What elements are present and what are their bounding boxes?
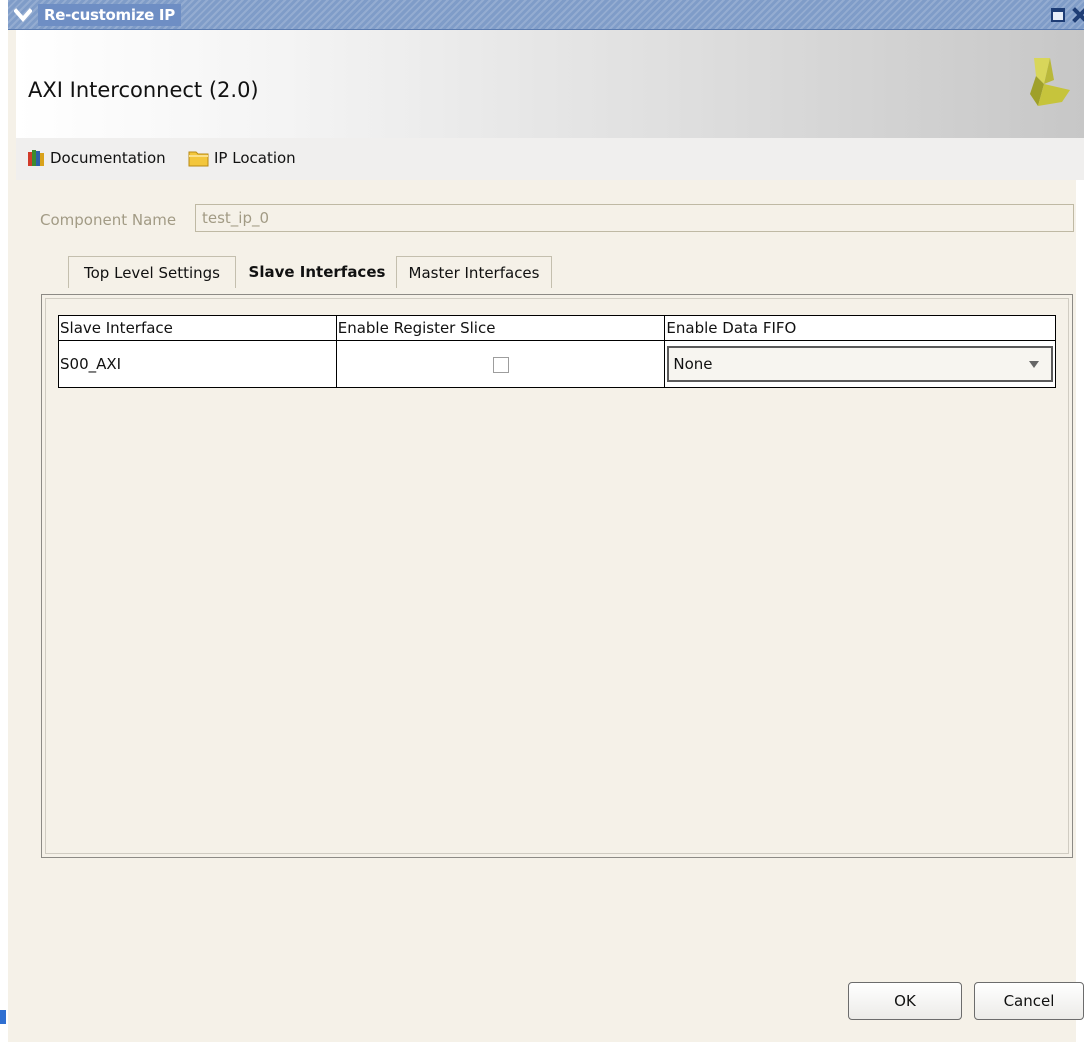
close-icon[interactable] <box>1072 7 1084 23</box>
maximize-icon[interactable] <box>1050 7 1066 23</box>
register-slice-cell <box>335 340 666 388</box>
ip-location-button[interactable]: IP Location <box>188 148 296 168</box>
enable-register-slice-checkbox[interactable] <box>493 356 510 373</box>
column-header-enable-register-slice[interactable]: Enable Register Slice <box>335 315 666 341</box>
tab-top-level-settings[interactable]: Top Level Settings <box>68 256 236 288</box>
data-fifo-selected-value: None <box>673 355 713 373</box>
documentation-button[interactable]: Documentation <box>26 148 166 168</box>
documentation-label: Documentation <box>50 149 166 167</box>
window-edge-accent <box>0 1010 6 1024</box>
table-row: S00_AXI None <box>58 340 1056 388</box>
recustomize-ip-dialog: Re-customize IP AXI Interconnect (2.0) D… <box>0 0 1084 1042</box>
title-bar[interactable]: Re-customize IP <box>8 0 1084 30</box>
component-name-label: Component Name <box>40 211 177 229</box>
cancel-button[interactable]: Cancel <box>974 982 1084 1020</box>
chevron-down-icon[interactable] <box>14 6 32 24</box>
data-fifo-cell: None <box>664 340 1056 388</box>
column-header-enable-data-fifo[interactable]: Enable Data FIFO <box>664 315 1056 341</box>
vendor-logo-icon <box>1030 58 1070 106</box>
ok-button[interactable]: OK <box>848 982 962 1020</box>
table-header-row: Slave Interface Enable Register Slice En… <box>58 315 1056 341</box>
slave-interface-cell: S00_AXI <box>58 340 337 388</box>
tab-label: Slave Interfaces <box>248 263 386 281</box>
tab-label: Top Level Settings <box>84 263 220 282</box>
books-icon <box>28 150 44 166</box>
tab-master-interfaces[interactable]: Master Interfaces <box>396 256 552 288</box>
ip-location-label: IP Location <box>214 149 296 167</box>
header-band: AXI Interconnect (2.0) <box>16 30 1084 138</box>
slave-interfaces-table: Slave Interface Enable Register Slice En… <box>58 315 1056 388</box>
folder-icon <box>188 151 209 167</box>
tab-slave-interfaces[interactable]: Slave Interfaces <box>238 256 396 288</box>
component-name-input[interactable] <box>195 204 1074 232</box>
tab-label: Master Interfaces <box>408 263 540 282</box>
toolbar: Documentation IP Location <box>16 138 1084 180</box>
dropdown-arrow-icon <box>1029 361 1039 368</box>
window-title: Re-customize IP <box>38 4 181 26</box>
page-title: AXI Interconnect (2.0) <box>28 78 259 102</box>
enable-data-fifo-select[interactable]: None <box>667 346 1053 382</box>
column-header-slave-interface[interactable]: Slave Interface <box>58 315 337 341</box>
slave-interfaces-panel: Slave Interface Enable Register Slice En… <box>41 294 1073 858</box>
